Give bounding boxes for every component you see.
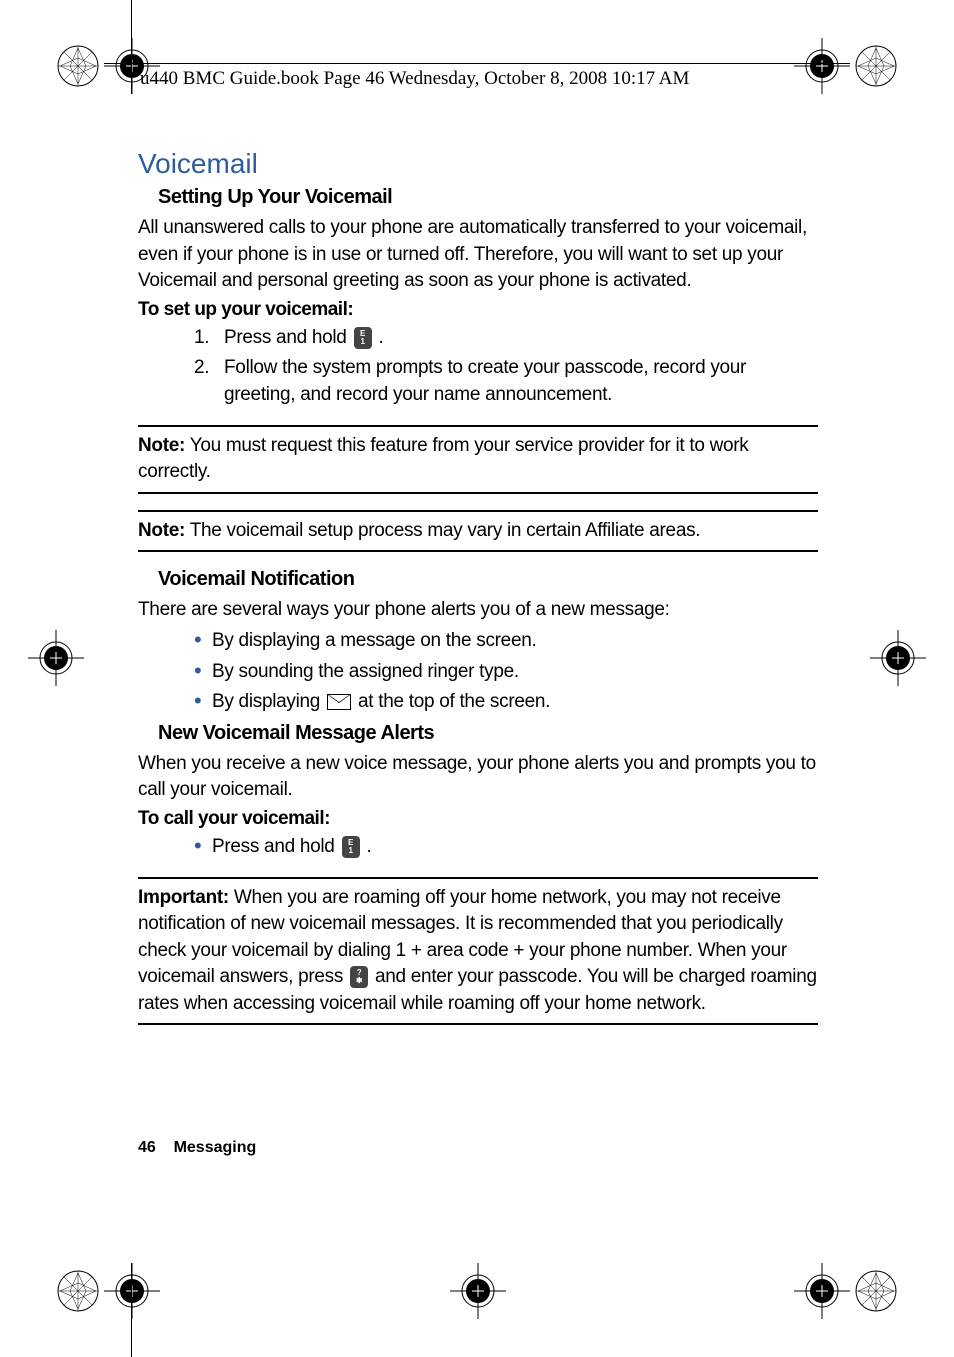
bullet-list: • Press and hold E1 . [194,834,818,861]
note-box: Note: The voicemail setup process may va… [138,510,818,553]
crosshair-icon [104,1263,160,1319]
list-text: By displaying a message on the screen. [212,628,818,655]
note-box: Note: You must request this feature from… [138,425,818,494]
body-paragraph: There are several ways your phone alerts… [138,597,818,624]
procedure-title: To set up your voicemail: [138,299,818,321]
list-text: Press and hold E1 . [224,325,818,352]
crosshair-icon [870,630,926,686]
body-paragraph: All unanswered calls to your phone are a… [138,215,818,295]
envelope-icon [327,694,351,710]
key-1-icon: E1 [342,836,360,858]
subsection-title: New Voicemail Message Alerts [158,722,818,745]
list-text: Press and hold E1 . [212,834,818,861]
list-text: By displaying at the top of the screen. [212,689,818,716]
registration-star-icon [56,1269,100,1313]
footer-section: Messaging [174,1139,257,1156]
bullet-icon: • [194,689,212,716]
page-content: Voicemail Setting Up Your Voicemail All … [138,148,818,1041]
list-item: 1. Press and hold E1 . [194,325,818,352]
list-item: • By displaying a message on the screen. [194,628,818,655]
crop-line [131,1263,132,1357]
note-label: Note: [138,435,185,456]
page-footer: 46 Messaging [138,1139,256,1157]
registration-star-icon [56,44,100,88]
bullet-icon: • [194,834,212,861]
list-item: 2. Follow the system prompts to create y… [194,355,818,408]
header-text: u440 BMC Guide.book Page 46 Wednesday, O… [140,68,689,90]
note-label: Note: [138,520,185,541]
note-text: You must request this feature from your … [138,435,749,483]
subsection-title: Voicemail Notification [158,568,818,591]
list-number: 2. [194,355,224,408]
page-number: 46 [138,1139,156,1156]
crosshair-icon [794,38,850,94]
list-item: • Press and hold E1 . [194,834,818,861]
crosshair-icon [450,1263,506,1319]
key-star-icon: ?✱ [350,966,368,988]
registration-star-icon [854,44,898,88]
procedure-title: To call your voicemail: [138,808,818,830]
header-rule [104,63,850,64]
key-1-icon: E1 [354,327,372,349]
crosshair-icon [794,1263,850,1319]
note-text: The voicemail setup process may vary in … [185,520,700,541]
body-paragraph: When you receive a new voice message, yo… [138,751,818,804]
subsection-title: Setting Up Your Voicemail [158,186,818,209]
list-item: • By displaying at the top of the screen… [194,689,818,716]
list-text: By sounding the assigned ringer type. [212,659,818,686]
bullet-icon: • [194,659,212,686]
important-label: Important: [138,887,229,908]
section-title: Voicemail [138,148,818,180]
list-item: • By sounding the assigned ringer type. [194,659,818,686]
registration-star-icon [854,1269,898,1313]
list-text: Follow the system prompts to create your… [224,355,818,408]
ordered-list: 1. Press and hold E1 . 2. Follow the sys… [194,325,818,409]
list-number: 1. [194,325,224,352]
bullet-list: • By displaying a message on the screen.… [194,628,818,716]
crop-line [131,0,132,94]
important-box: Important: When you are roaming off your… [138,877,818,1026]
crosshair-icon [28,630,84,686]
bullet-icon: • [194,628,212,655]
